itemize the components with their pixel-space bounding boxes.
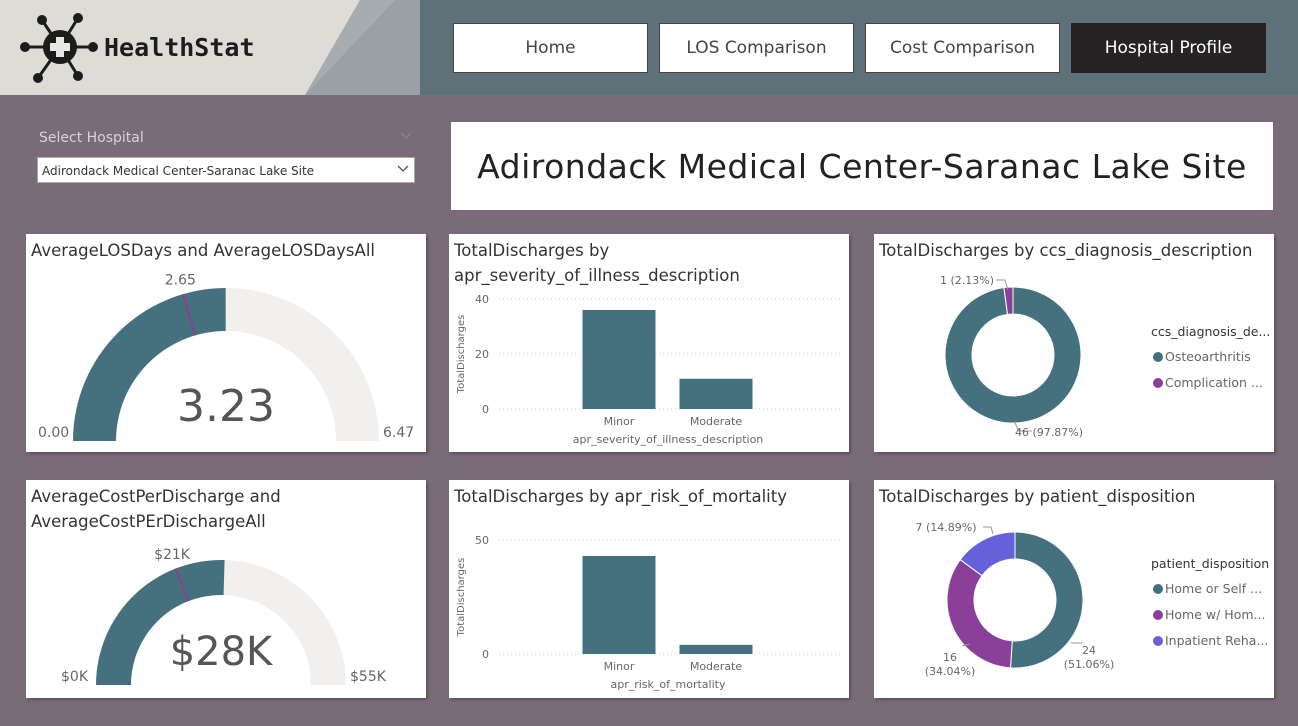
bar: [582, 555, 656, 654]
x-tick-label: Minor: [604, 660, 635, 673]
y-tick-label: 40: [475, 293, 489, 306]
nav-cost-comparison-button[interactable]: Cost Comparison: [865, 23, 1060, 73]
logo-text: HealthStat: [104, 33, 255, 62]
legend-item: Complication ...: [1165, 375, 1263, 390]
gauge-min-label: $0K: [61, 669, 89, 685]
x-tick-label: Moderate: [690, 660, 743, 673]
legend-item: Inpatient Reha...: [1165, 633, 1268, 648]
gauge-max-label: 6.47: [383, 425, 414, 441]
los-gauge: 2.65 3.23 0.00 6.47: [38, 273, 414, 441]
bar: [679, 644, 753, 654]
bar: [582, 310, 656, 409]
legend-marker: [1153, 378, 1163, 388]
gauge-value-label: 3.23: [177, 381, 275, 432]
severity-bar-chart: 0 20 40 Minor Moderate apr_severity_of_illnes…: [456, 293, 841, 446]
y-tick-label: 20: [475, 348, 489, 361]
leader-line: [983, 526, 994, 535]
x-axis-label: apr_risk_of_mortality: [611, 678, 726, 691]
bar: [679, 378, 753, 409]
gauge-card-cost: AverageCostPerDischarge and AverageCostP…: [26, 480, 426, 698]
select-hospital-label: Select Hospital: [39, 130, 144, 146]
gauge-card-los: AverageLOSDays and AverageLOSDaysAll 2.6…: [26, 234, 426, 452]
legend-item: Osteoarthritis: [1165, 349, 1251, 364]
nav-home-button[interactable]: Home: [453, 23, 648, 73]
gauge-value-label: $28K: [170, 629, 274, 675]
chevron-down-icon: [397, 165, 409, 172]
x-tick-label: Minor: [604, 415, 635, 428]
legend-title: patient_disposition: [1151, 556, 1269, 571]
hospital-select-dropdown[interactable]: Adirondack Medical Center-Saranac Lake S…: [37, 157, 415, 183]
bar-card-mortality: TotalDischarges by apr_risk_of_mortality…: [449, 480, 849, 698]
gauge-target-label: 2.65: [165, 273, 196, 289]
y-axis-label: TotalDischarges: [456, 558, 467, 638]
slice-data-label: 16: [943, 651, 957, 664]
disposition-donut-chart: 24(51.06%) 16(34.04%) 7 (14.89%) patient_di…: [915, 521, 1269, 678]
slice-data-label: 1 (2.13%): [940, 274, 994, 287]
x-axis-label: apr_severity_of_illness_description: [573, 433, 764, 446]
legend-marker: [1153, 584, 1163, 594]
logo-panel: HealthStat: [0, 0, 420, 95]
legend-item: Home w/ Hom...: [1165, 607, 1265, 622]
y-axis-label: TotalDischarges: [456, 315, 467, 395]
donut-slice: [1009, 531, 1084, 669]
slicer-collapse-icon[interactable]: [400, 132, 412, 140]
legend-marker: [1153, 610, 1163, 620]
y-tick-label: 0: [482, 648, 489, 661]
gauge-target-label: $21K: [154, 547, 191, 563]
y-tick-label: 50: [475, 534, 489, 547]
slice-data-label: 7 (14.89%): [915, 521, 976, 534]
nav-los-comparison-button[interactable]: LOS Comparison: [659, 23, 854, 73]
hospital-select-value: Adirondack Medical Center-Saranac Lake S…: [42, 164, 315, 178]
cost-gauge: $21K $28K $0K $55K: [61, 547, 387, 685]
header-bar: HealthStat Home LOS Comparison Cost Comp…: [0, 0, 1298, 95]
bar-card-severity: TotalDischarges by apr_severity_of_illne…: [449, 234, 849, 452]
x-tick-label: Moderate: [690, 415, 743, 428]
legend-item: Home or Self ...: [1165, 581, 1262, 596]
slice-data-label: 24: [1082, 644, 1096, 657]
y-tick-label: 0: [482, 403, 489, 416]
legend-marker: [1153, 636, 1163, 646]
page-title: Adirondack Medical Center-Saranac Lake S…: [477, 146, 1247, 186]
slice-data-label: (34.04%): [925, 665, 976, 678]
gauge-max-label: $55K: [350, 669, 387, 685]
healthstat-logo-icon: [20, 13, 98, 83]
nav-hospital-profile-button[interactable]: Hospital Profile: [1071, 23, 1266, 73]
legend-marker: [1153, 352, 1163, 362]
legend-title: ccs_diagnosis_de...: [1151, 324, 1270, 339]
slice-data-label: (51.06%): [1064, 658, 1115, 671]
donut-card-disposition: TotalDischarges by patient_disposition 2…: [874, 480, 1274, 698]
mortality-bar-chart: 0 50 Minor Moderate apr_risk_of_mortality Tot…: [456, 534, 841, 691]
diagnosis-donut-chart: 46 (97.87%) 1 (2.13%) ccs_diagnosis_de... O…: [940, 274, 1270, 439]
slice-data-label: 46 (97.87%): [1015, 426, 1083, 439]
gauge-min-label: 0.00: [38, 425, 69, 441]
donut-card-diagnosis: TotalDischarges by ccs_diagnosis_descrip…: [874, 234, 1274, 452]
hospital-title-card: Adirondack Medical Center-Saranac Lake S…: [451, 122, 1273, 210]
